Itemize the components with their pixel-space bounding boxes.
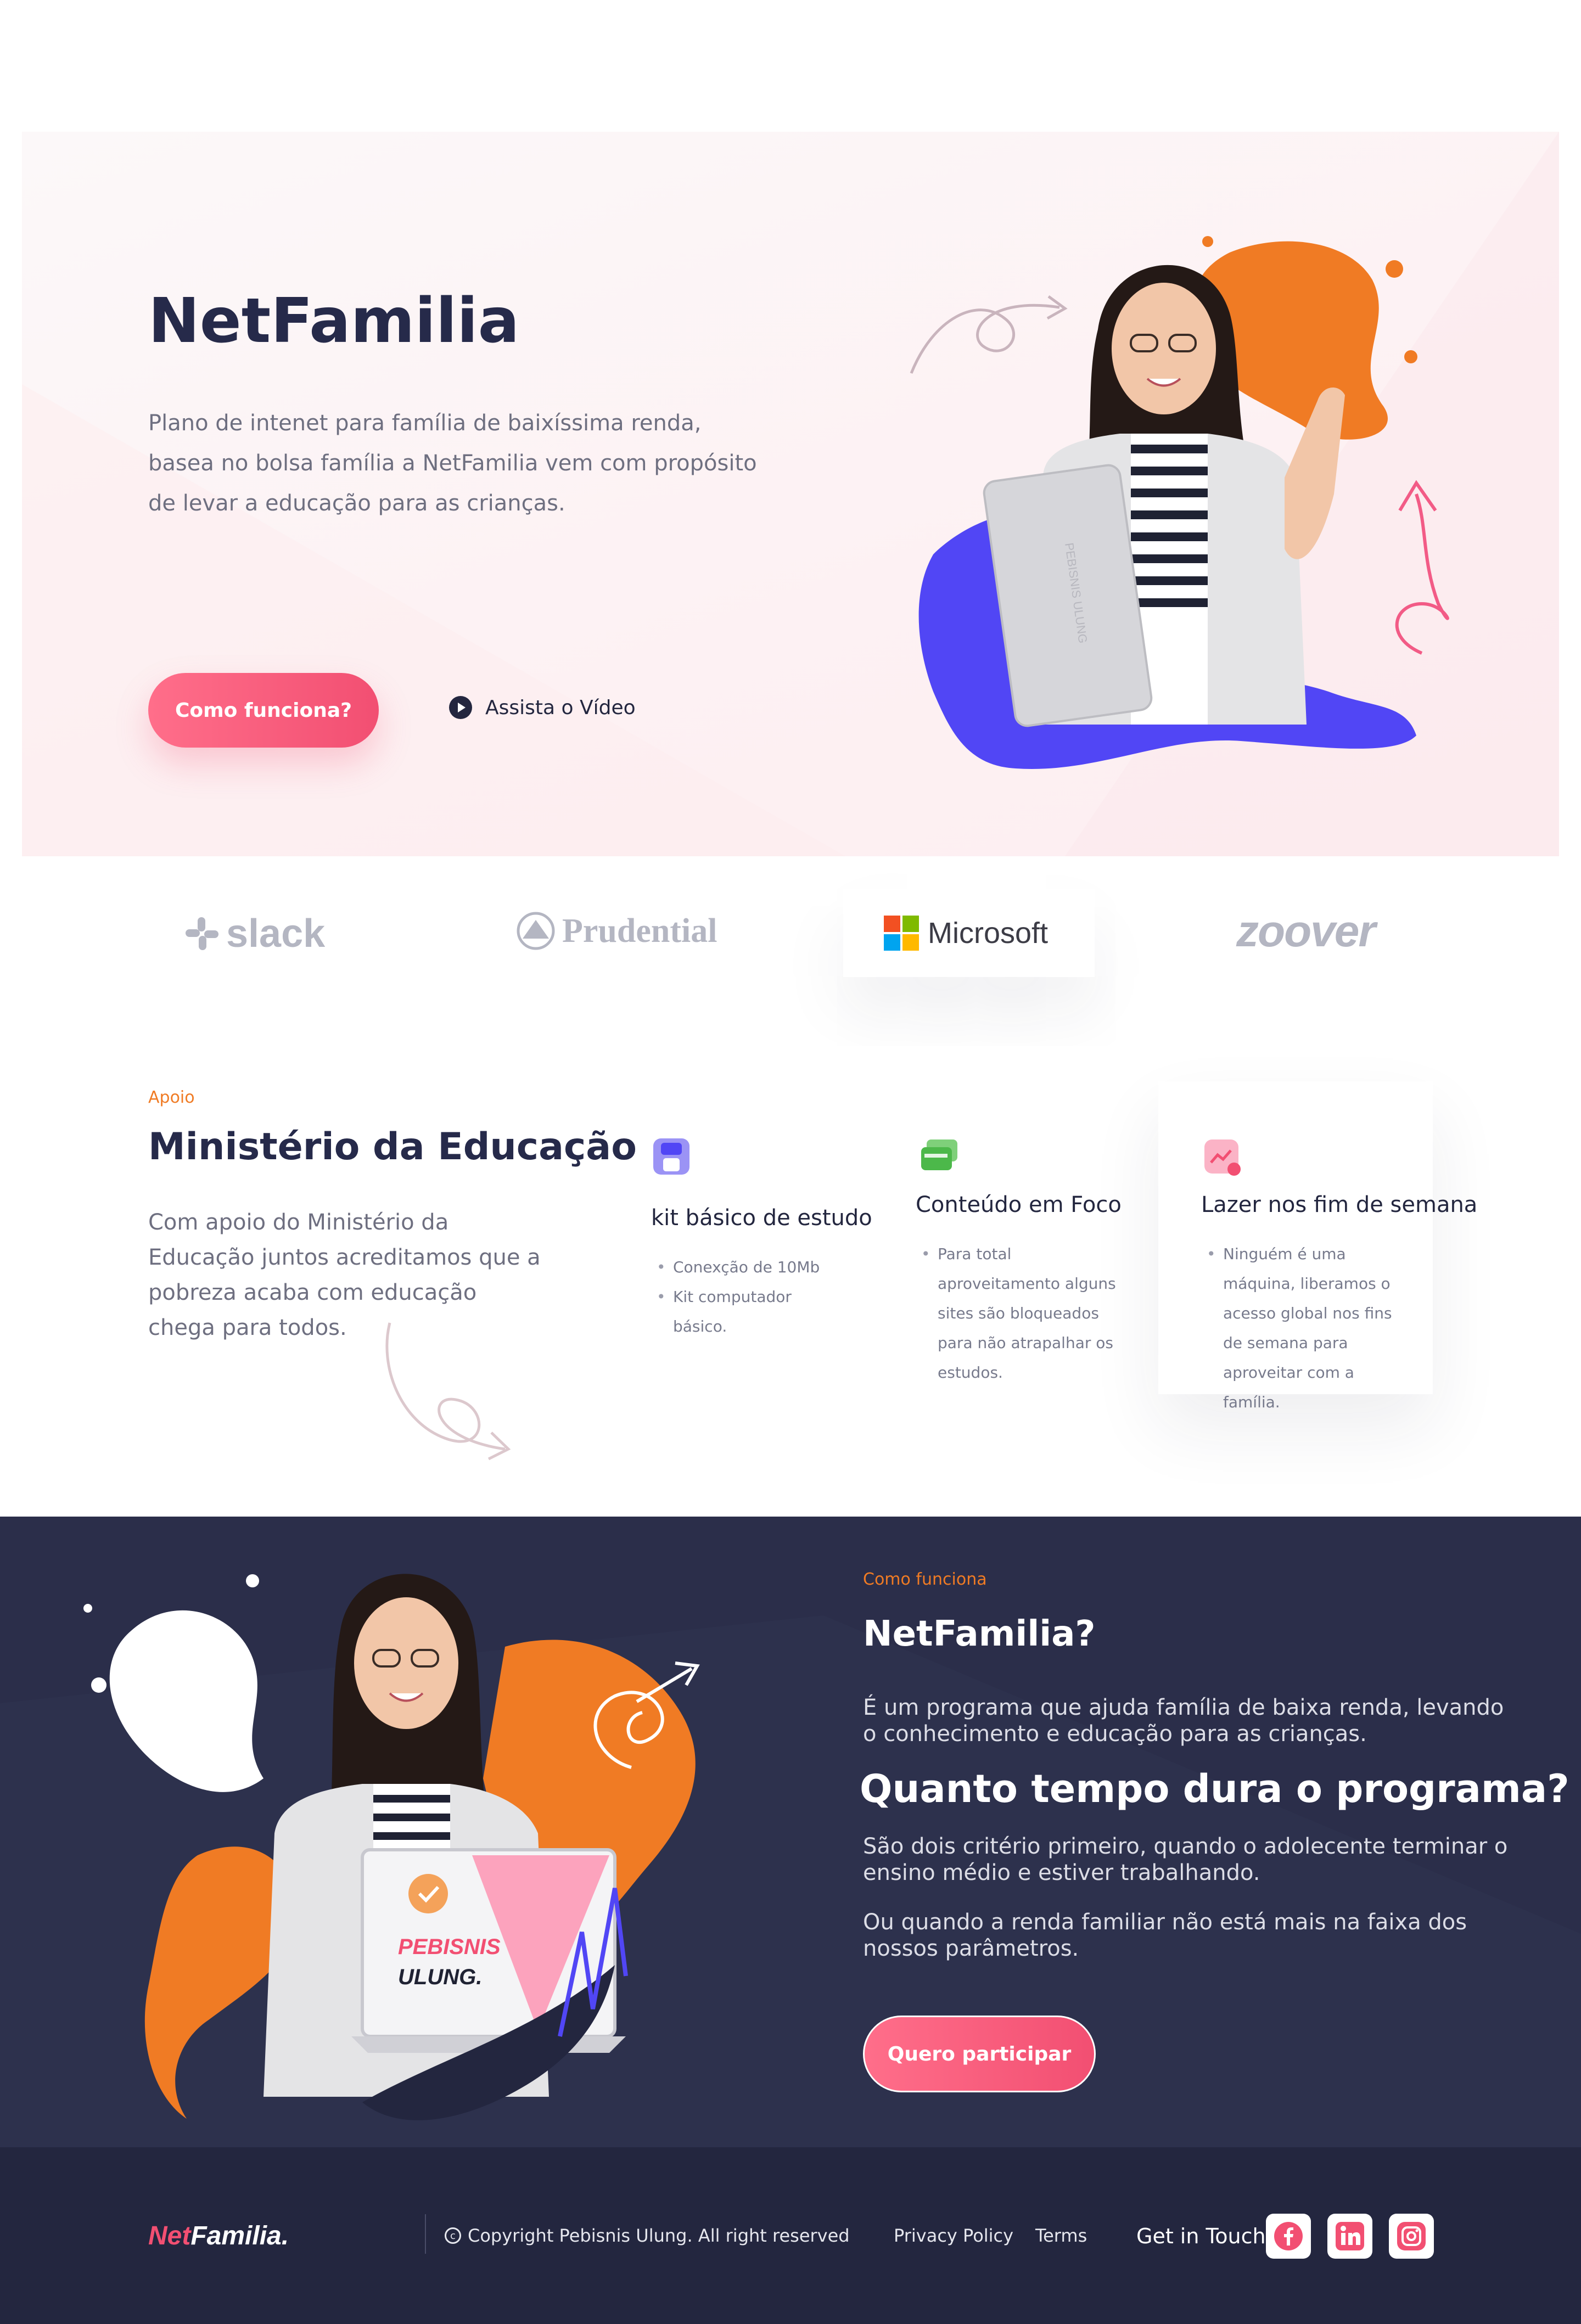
facebook-link[interactable] <box>1266 2214 1311 2259</box>
terms-link[interactable]: Terms <box>1035 2225 1087 2246</box>
list-item: Conexção de 10Mb <box>657 1253 832 1282</box>
store-icon <box>653 1138 689 1175</box>
how-paragraph-1: É um programa que ajuda família de baixa… <box>863 1695 1504 1747</box>
feature-list: Conexção de 10Mb Kit computador básico. <box>657 1253 832 1341</box>
linkedin-icon <box>1335 2221 1365 2251</box>
pink-arrow <box>1395 493 1449 655</box>
slack-logo-text: slack <box>226 912 326 956</box>
linkedin-link[interactable] <box>1327 2214 1372 2259</box>
partner-logo-prudential[interactable]: Prudential <box>516 911 717 951</box>
logo-net: Net <box>148 2221 191 2250</box>
hero-description: Plano de intenet para família de baixíss… <box>148 411 757 516</box>
feature-list: Ninguém é uma máquina, liberamos o acess… <box>1207 1239 1410 1417</box>
prudential-logo-text: Prudential <box>562 912 717 950</box>
hero-title: NetFamilia <box>148 285 520 357</box>
laptop-text-line1: PEBISNIS <box>398 1935 501 1959</box>
privacy-policy-link[interactable]: Privacy Policy <box>894 2225 1013 2246</box>
partner-logo-zoover[interactable]: zoover <box>1236 906 1376 957</box>
list-item: Para total aproveitamento alguns sites s… <box>921 1239 1130 1388</box>
feature-title: kit básico de estudo <box>651 1205 872 1231</box>
how-paragraph-2: São dois critério primeiro, quando o ado… <box>863 1834 1508 1885</box>
microsoft-logo-text: Microsoft <box>928 917 1049 950</box>
face <box>354 1597 458 1729</box>
play-icon <box>449 696 472 719</box>
instagram-link[interactable] <box>1389 2214 1434 2259</box>
rock-icon <box>517 912 555 950</box>
duration-question: Quanto tempo dura o programa? <box>860 1766 1569 1811</box>
decorative-arrow <box>910 304 1060 374</box>
how-illustration: PEBISNIS ULUNG. <box>83 1574 700 2120</box>
facebook-icon <box>1274 2221 1303 2251</box>
chart-icon <box>1204 1139 1241 1176</box>
feature-title: Lazer nos fim de semana <box>1201 1192 1478 1217</box>
join-button[interactable]: Quero participar <box>863 2016 1096 2092</box>
list-item: Kit computador básico. <box>657 1282 832 1341</box>
watch-video-link[interactable]: Assista o Vídeo <box>449 696 636 719</box>
copyright-text: Copyright Pebisnis Ulung. All right rese… <box>468 2225 850 2246</box>
face <box>1112 283 1216 414</box>
card-icon <box>921 1139 957 1170</box>
get-in-touch-label: Get in Touch <box>1136 2224 1266 2248</box>
hero-illustration: PEBISNIS ULUNG <box>910 236 1449 769</box>
slack-icon <box>186 917 218 950</box>
support-title: Ministério da Educação <box>148 1125 637 1169</box>
how-title: NetFamilia? <box>863 1614 1096 1654</box>
footer-divider <box>425 2214 426 2254</box>
how-tag: Como funciona <box>863 1570 987 1589</box>
partner-logo-slack[interactable]: slack <box>183 911 325 956</box>
microsoft-icon <box>884 916 919 951</box>
feature-card <box>1203 1138 1243 1180</box>
logo-familia: Familia. <box>190 2221 289 2250</box>
white-paint-splash <box>109 1610 264 1792</box>
badge-icon <box>408 1874 448 1913</box>
watch-video-label: Assista o Vídeo <box>485 696 636 719</box>
support-tag: Apoio <box>148 1088 195 1107</box>
how-it-works-button[interactable]: Como funciona? <box>148 673 379 748</box>
list-item: Ninguém é uma máquina, liberamos o acess… <box>1207 1239 1410 1417</box>
footer-logo[interactable]: NetFamilia. <box>148 2221 289 2251</box>
how-paragraph-3: Ou quando a renda familiar não está mais… <box>863 1910 1467 1961</box>
feature-card <box>920 1139 958 1176</box>
feature-title: Conteúdo em Foco <box>916 1192 1122 1217</box>
instagram-icon <box>1397 2221 1426 2251</box>
laptop-text-line2: ULUNG. <box>398 1965 482 1989</box>
decorative-curl-arrow <box>385 1322 511 1461</box>
partner-logo-microsoft[interactable]: Microsoft <box>884 916 1048 951</box>
copyright: c Copyright Pebisnis Ulung. All right re… <box>445 2225 850 2246</box>
copyright-icon: c <box>445 2227 461 2244</box>
feature-list: Para total aproveitamento alguns sites s… <box>921 1239 1130 1388</box>
feature-card <box>651 1136 692 1179</box>
